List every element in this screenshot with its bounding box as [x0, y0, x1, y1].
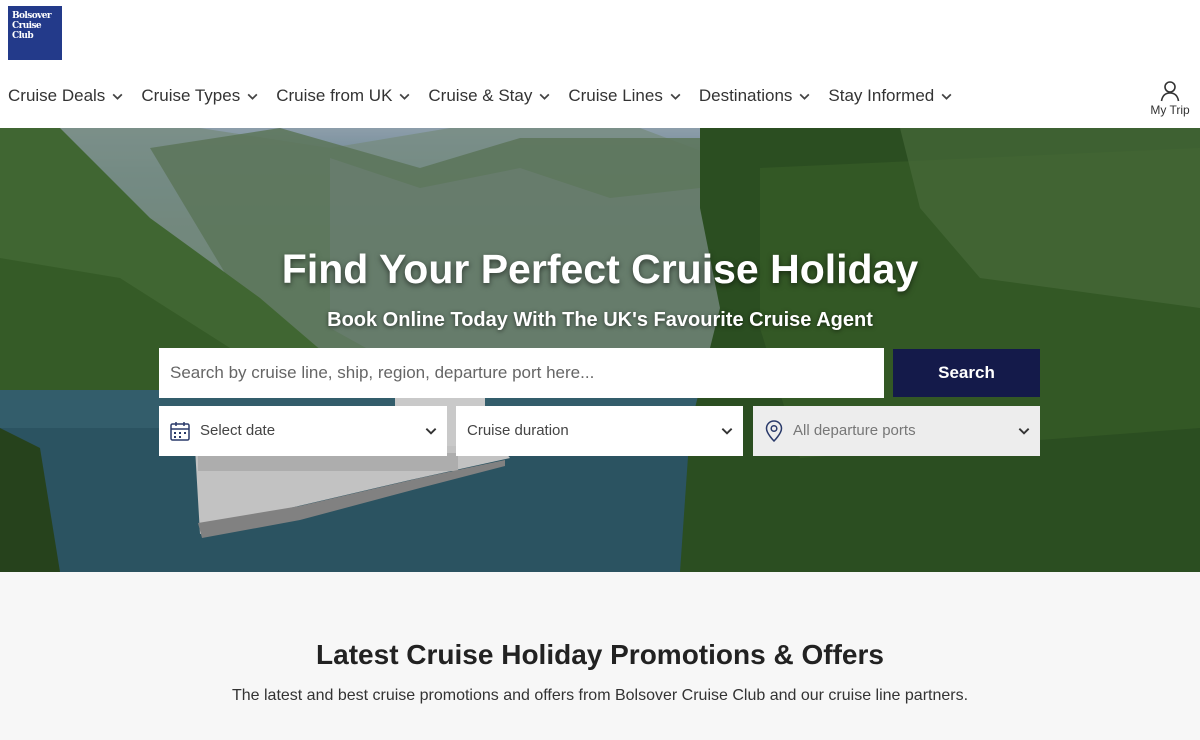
chevron-down-icon	[799, 93, 810, 100]
hero-title: Find Your Perfect Cruise Holiday	[281, 246, 919, 292]
hero-banner: Find Your Perfect Cruise Holiday Book On…	[0, 128, 1200, 572]
nav-item-label: Cruise Deals	[8, 86, 106, 105]
promotions-section: Latest Cruise Holiday Promotions & Offer…	[0, 572, 1200, 740]
nav-item-label: Cruise Lines	[568, 86, 663, 105]
chevron-down-icon	[670, 93, 681, 100]
search-button[interactable]: Search	[893, 349, 1040, 397]
my-trip-label: My Trip	[1150, 103, 1190, 117]
nav-item-label: Cruise Types	[141, 86, 241, 105]
nav-item-stay-informed[interactable]: Stay Informed	[828, 86, 953, 106]
promotions-subtitle: The latest and best cruise promotions an…	[231, 687, 969, 704]
departure-ports-label: All departure ports	[793, 422, 916, 439]
nav-item-destinations[interactable]: Destinations	[699, 86, 812, 106]
logo-line-1: Bolsover	[12, 11, 52, 21]
chevron-down-icon	[399, 93, 410, 100]
departure-ports-dropdown[interactable]: All departure ports	[753, 406, 1040, 456]
cruise-duration-label: Cruise duration	[467, 422, 569, 439]
user-icon	[1160, 81, 1180, 102]
cruise-duration-dropdown[interactable]: Cruise duration	[456, 406, 743, 456]
nav-item-label: Stay Informed	[828, 86, 935, 105]
my-trip-button[interactable]: My Trip	[1148, 80, 1192, 117]
search-input[interactable]	[159, 348, 884, 398]
nav-item-cruise-and-stay[interactable]: Cruise & Stay	[428, 86, 551, 106]
select-date-dropdown[interactable]: Select date	[159, 406, 447, 456]
chevron-down-icon	[112, 93, 123, 100]
main-nav: Cruise Deals Cruise Types Cruise from UK…	[8, 86, 970, 106]
nav-item-label: Cruise from UK	[276, 86, 393, 105]
location-pin-icon	[765, 420, 783, 442]
chevron-down-icon	[425, 428, 437, 435]
logo-line-3: Club	[12, 31, 34, 41]
bolsover-cruise-club-logo[interactable]: Bolsover Cruise Club	[8, 6, 62, 60]
nav-item-cruise-deals[interactable]: Cruise Deals	[8, 86, 124, 106]
site-header: Bolsover Cruise Club Cruise Deals Cruise…	[0, 0, 1200, 128]
calendar-icon	[170, 422, 190, 441]
chevron-down-icon	[1018, 428, 1030, 435]
nav-item-label: Cruise & Stay	[428, 86, 533, 105]
nav-item-cruise-from-uk[interactable]: Cruise from UK	[276, 86, 411, 106]
nav-item-cruise-types[interactable]: Cruise Types	[141, 86, 259, 106]
chevron-down-icon	[721, 428, 733, 435]
chevron-down-icon	[539, 93, 550, 100]
chevron-down-icon	[941, 93, 952, 100]
nav-item-label: Destinations	[698, 86, 793, 105]
nav-item-cruise-lines[interactable]: Cruise Lines	[568, 86, 682, 106]
hero-subtitle: Book Online Today With The UK's Favourit…	[327, 309, 873, 331]
select-date-label: Select date	[200, 422, 276, 439]
chevron-down-icon	[247, 93, 258, 100]
promotions-title: Latest Cruise Holiday Promotions & Offer…	[316, 639, 884, 670]
logo-line-2: Cruise	[12, 21, 42, 31]
